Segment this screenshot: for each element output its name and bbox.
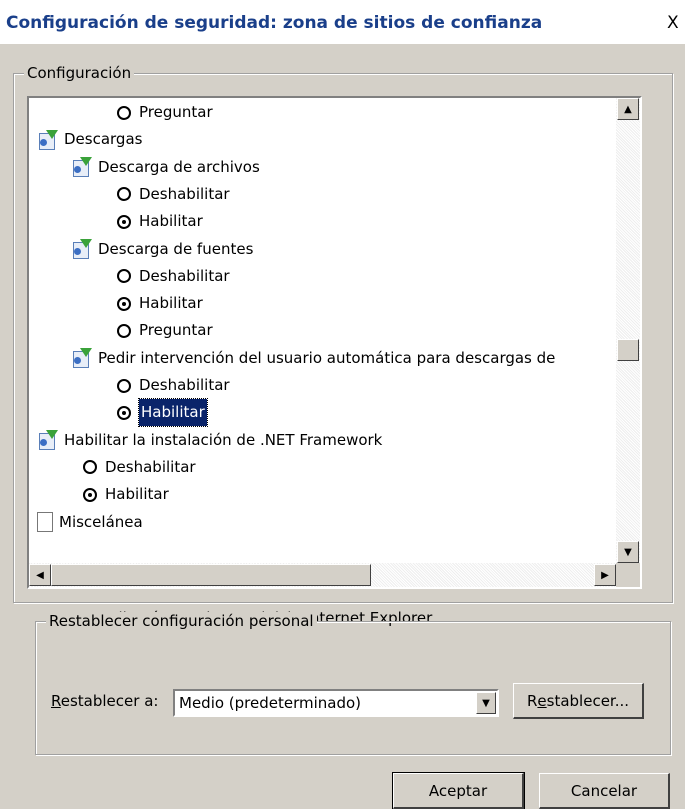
cancel-button-label: Cancelar <box>570 781 638 800</box>
arrow-left-icon: ◀ <box>36 569 44 581</box>
tree-row-label: Habilitar <box>139 294 203 313</box>
arrow-up-icon: ▲ <box>624 103 632 115</box>
arrow-right-icon: ▶ <box>601 569 609 581</box>
settings-tree-content: Preguntar Descargas Descarga de archivos De… <box>29 98 616 563</box>
cancel-button[interactable]: Cancelar <box>539 773 670 809</box>
tree-row[interactable]: Habilitar <box>117 398 208 428</box>
tree-row[interactable]: Habilitar <box>83 481 169 508</box>
download-settings-icon <box>71 157 93 178</box>
dialog-body: Configuración Preguntar Descargas Descarga… <box>0 44 685 809</box>
close-button[interactable]: X <box>667 13 679 33</box>
tree-row[interactable]: Preguntar <box>117 99 213 126</box>
tree-row[interactable]: Descargas <box>37 126 142 153</box>
download-settings-icon <box>37 430 59 451</box>
horizontal-scrollbar[interactable]: ◀ ▶ <box>29 563 616 587</box>
download-settings-icon <box>71 348 93 369</box>
settings-group-legend: Configuración <box>24 64 135 82</box>
radio-unchecked-icon[interactable] <box>83 460 97 475</box>
radio-unchecked-icon[interactable] <box>117 105 131 120</box>
tree-row[interactable]: Deshabilitar <box>117 181 230 208</box>
tree-row-label: Habilitar la instalación de .NET Framewo… <box>64 430 383 449</box>
tree-row-label: Habilitar <box>139 212 203 231</box>
reset-button-mnemonic: e <box>537 691 547 710</box>
title-bar: Configuración de seguridad: zona de siti… <box>0 0 685 44</box>
radio-unchecked-icon[interactable] <box>117 378 131 393</box>
ok-button[interactable]: Aceptar <box>392 772 525 809</box>
tree-row[interactable]: Habilitar <box>117 290 203 317</box>
tree-row-label: Preguntar <box>139 103 213 121</box>
vertical-scroll-thumb[interactable] <box>617 339 639 362</box>
tree-row-label: Deshabilitar <box>139 376 230 394</box>
radio-unchecked-icon[interactable] <box>117 187 131 202</box>
horizontal-scroll-thumb[interactable] <box>51 564 371 586</box>
arrow-down-icon: ▼ <box>624 546 632 558</box>
reset-to-label: Restablecer a: <box>51 692 158 710</box>
tree-row[interactable]: Habilitar <box>117 208 203 235</box>
download-settings-icon <box>71 239 93 259</box>
scroll-left-button[interactable]: ◀ <box>29 564 51 586</box>
reset-level-select[interactable]: Medio (predeterminado) ▼ <box>173 689 499 717</box>
tree-row-label: Pedir intervención del usuario automátic… <box>98 348 556 367</box>
radio-checked-icon[interactable] <box>117 214 131 229</box>
tree-row-label: Deshabilitar <box>139 184 230 203</box>
reset-button-prefix: R <box>526 691 538 710</box>
tree-row[interactable]: Descarga de archivos <box>71 154 260 181</box>
tree-row-label: Deshabilitar <box>105 457 196 476</box>
ok-button-label: Aceptar <box>428 781 488 800</box>
tree-row-label: Descargas <box>64 130 143 149</box>
tree-row-label: Habilitar <box>105 485 169 504</box>
tree-row-label: Descarga de archivos <box>98 157 260 176</box>
tree-row-label: Preguntar <box>139 321 213 340</box>
tree-row-label: Descarga de fuentes <box>98 239 254 258</box>
scrollbar-corner <box>616 563 640 587</box>
dropdown-button[interactable]: ▼ <box>476 692 496 714</box>
vertical-scrollbar[interactable]: ▲ ▼ <box>616 98 640 563</box>
tree-row-label: Miscelánea <box>59 512 143 531</box>
chevron-down-icon: ▼ <box>482 697 490 709</box>
scroll-right-button[interactable]: ▶ <box>594 564 616 586</box>
tree-row[interactable]: Deshabilitar <box>83 454 196 481</box>
radio-checked-icon[interactable] <box>117 405 131 420</box>
settings-tree[interactable]: Preguntar Descargas Descarga de archivos De… <box>27 96 642 589</box>
tree-row[interactable]: Preguntar <box>117 317 213 344</box>
tree-row-label: Habilitar <box>138 398 208 428</box>
reset-to-label-rest: establecer a: <box>60 692 159 710</box>
download-settings-icon <box>37 129 59 150</box>
tree-row[interactable]: Habilitar la instalación de .NET Framewo… <box>37 427 382 454</box>
tree-row-label: Deshabilitar <box>139 266 230 285</box>
reset-button-rest: stablecer... <box>546 691 630 710</box>
radio-unchecked-icon[interactable] <box>117 269 131 284</box>
dialog-title: Configuración de seguridad: zona de siti… <box>6 13 543 33</box>
radio-checked-icon[interactable] <box>83 487 97 502</box>
reset-level-value: Medio (predeterminado) <box>179 694 362 712</box>
tree-row[interactable]: Deshabilitar <box>117 372 230 399</box>
document-icon <box>37 512 53 532</box>
reset-group-legend: Restablecer configuración personal <box>46 612 317 630</box>
scroll-down-button[interactable]: ▼ <box>617 541 639 563</box>
radio-unchecked-icon[interactable] <box>117 323 131 338</box>
tree-row[interactable]: Descarga de fuentes <box>71 236 253 263</box>
reset-button[interactable]: Re stablecer... <box>513 683 644 719</box>
scroll-up-button[interactable]: ▲ <box>617 98 639 120</box>
radio-checked-icon[interactable] <box>117 296 131 311</box>
tree-row[interactable]: Pedir intervención del usuario automátic… <box>71 345 555 372</box>
tree-row[interactable]: Deshabilitar <box>117 263 230 290</box>
reset-to-label-mnemonic: R <box>51 692 61 710</box>
tree-row[interactable]: Miscelánea <box>37 509 143 536</box>
